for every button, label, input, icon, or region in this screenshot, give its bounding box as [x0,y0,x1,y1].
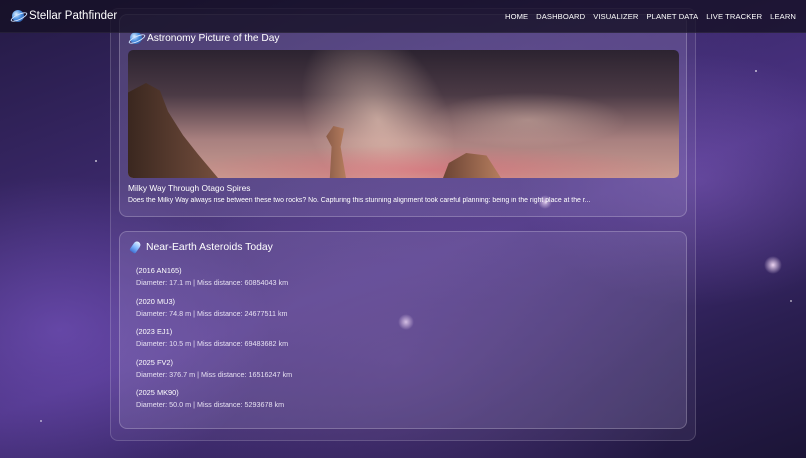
list-item: (2023 EJ1) Diameter: 10.5 m | Miss dista… [136,327,292,358]
list-item: (2025 FV2) Diameter: 376.7 m | Miss dist… [136,358,292,389]
planet-icon [12,10,24,22]
asteroids-heading: Near-Earth Asteroids Today [146,241,273,253]
list-item: (2025 MK90) Diameter: 50.0 m | Miss dist… [136,388,292,419]
list-item: (2020 MU3) Diameter: 74.8 m | Miss dista… [136,297,292,328]
asteroids-heading-row: Near-Earth Asteroids Today [129,240,273,254]
list-item: (2016 AN165) Diameter: 17.1 m | Miss dis… [136,266,292,297]
apod-card: Astronomy Picture of the Day Milky Way T… [119,14,687,217]
asteroid-detail: Diameter: 376.7 m | Miss distance: 16516… [136,369,293,379]
nav-link-visualizer[interactable]: VISUALIZER [593,12,638,21]
nav-link-home[interactable]: HOME [505,12,528,21]
background-glow [764,256,782,274]
background-star [95,160,97,162]
asteroids-card: Near-Earth Asteroids Today (2016 AN165) … [119,231,687,429]
asteroid-name: (2025 FV2) [136,357,173,367]
rocket-icon [129,240,142,254]
asteroid-detail: Diameter: 50.0 m | Miss distance: 529367… [136,400,285,409]
asteroid-detail: Diameter: 74.8 m | Miss distance: 246775… [136,308,288,318]
asteroid-name: (2020 MU3) [136,296,176,306]
asteroid-list: (2016 AN165) Diameter: 17.1 m | Miss dis… [136,266,292,419]
airglow-band [178,145,678,178]
nav-link-live-tracker[interactable]: LIVE TRACKER [706,12,762,21]
planet-icon [130,32,142,44]
nav-link-learn[interactable]: LEARN [770,12,796,21]
nav-link-dashboard[interactable]: DASHBOARD [536,12,585,21]
apod-image[interactable] [128,50,679,178]
asteroid-name: (2025 MK90) [136,388,179,397]
brand-name: Stellar Pathfinder [29,10,118,22]
asteroid-detail: Diameter: 17.1 m | Miss distance: 608540… [136,278,289,287]
apod-heading: Astronomy Picture of the Day [147,32,280,44]
nav-links: HOME DASHBOARD VISUALIZER PLANET DATA LI… [505,12,796,21]
background-star [40,420,42,422]
apod-title: Milky Way Through Otago Spires [128,183,251,193]
apod-heading-row: Astronomy Picture of the Day [130,32,280,44]
asteroid-detail: Diameter: 10.5 m | Miss distance: 694836… [136,339,289,348]
brand[interactable]: Stellar Pathfinder [12,10,117,22]
nav-link-planet-data[interactable]: PLANET DATA [647,12,699,21]
background-star [755,70,757,72]
apod-description: Does the Milky Way always rise between t… [128,197,591,204]
asteroid-name: (2023 EJ1) [136,327,173,336]
asteroid-name: (2016 AN165) [136,266,182,275]
top-navbar: Stellar Pathfinder HOME DASHBOARD VISUAL… [0,0,806,33]
background-star [790,300,792,302]
